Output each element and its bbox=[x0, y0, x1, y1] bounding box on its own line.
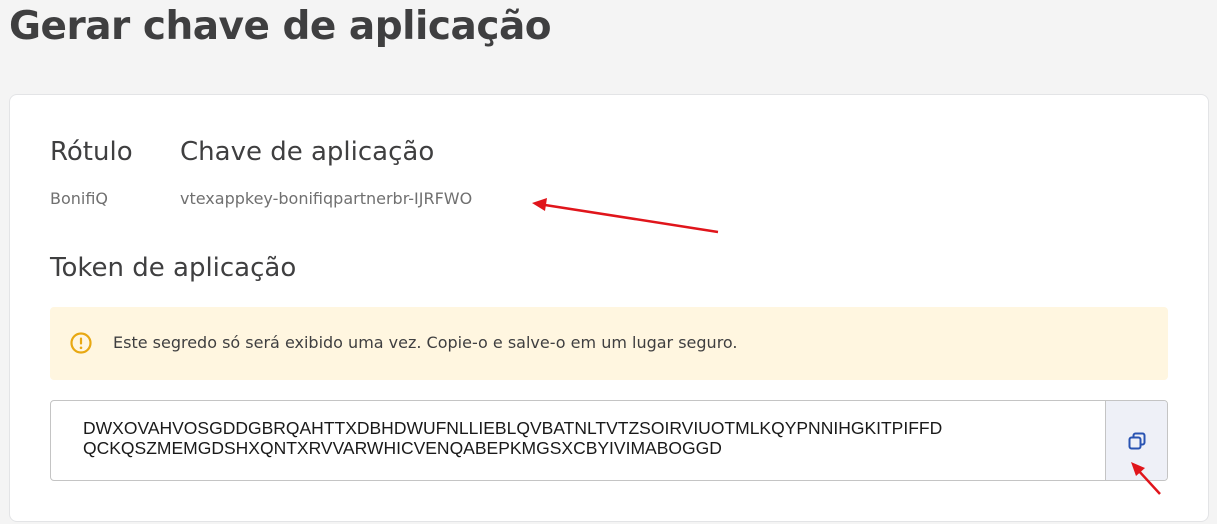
token-section-title: Token de aplicação bbox=[50, 253, 297, 283]
warning-alert: Este segredo só será exibido uma vez. Co… bbox=[50, 307, 1168, 380]
token-field[interactable]: DWXOVAHVOSGDDGBRQAHTTXDBHDWUFNLLIEBLQVBA… bbox=[50, 400, 1168, 481]
warning-text: Este segredo só será exibido uma vez. Co… bbox=[113, 333, 738, 352]
copy-token-button[interactable] bbox=[1105, 401, 1167, 480]
page: Gerar chave de aplicação Rótulo Chave de… bbox=[0, 0, 1217, 524]
token-value[interactable]: DWXOVAHVOSGDDGBRQAHTTXDBHDWUFNLLIEBLQVBA… bbox=[83, 418, 1093, 458]
copy-icon bbox=[1128, 432, 1145, 449]
app-key-value: vtexappkey-bonifiqpartnerbr-IJRFWO bbox=[180, 189, 473, 208]
token-line-2: QCKQSZMEMGDSHXQNTXRVVARWHICVENQABEPKMGSX… bbox=[83, 438, 722, 458]
label-column-header: Rótulo bbox=[50, 137, 133, 167]
warning-circle-icon bbox=[70, 332, 92, 354]
token-line-1: DWXOVAHVOSGDDGBRQAHTTXDBHDWUFNLLIEBLQVBA… bbox=[83, 418, 943, 438]
page-title: Gerar chave de aplicação bbox=[9, 4, 552, 49]
label-value: BonifiQ bbox=[50, 189, 109, 208]
key-column-header: Chave de aplicação bbox=[180, 137, 435, 167]
